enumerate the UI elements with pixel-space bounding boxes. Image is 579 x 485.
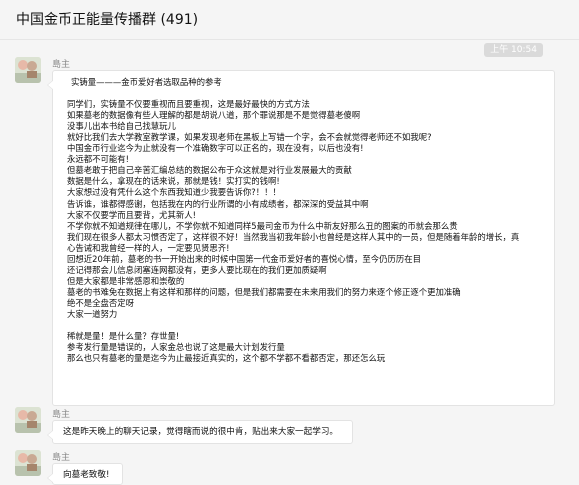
message-line: 但是大家都是非常感恩和崇敬的 — [67, 275, 185, 286]
message-line: 同学们，实铸量不仅要重视而且要重视，这是最好最快的方式方法 — [67, 99, 310, 110]
message-item: 島主 实铸量———金币爱好者选取品种的参考 同学们，实铸量不仅要重视而且要重视，… — [15, 57, 555, 407]
message-line: 绝不是全盘否定呀 — [67, 297, 134, 308]
message-line: 不学你就不知道规律在哪儿，不学你就不知道同样5最司金币为什么中新友好那么丑的图案… — [67, 220, 458, 231]
message-line: 如果墓老的数据像有些人理解的都是胡说八道，那个罪说那是不是觉得墓老傻啊 — [67, 110, 361, 121]
message-line: 我们现在很多人都太习惯否定了，这样很不好！当然我当初我年龄小也曾经是这样人其中的… — [67, 231, 520, 242]
message-line: 但墓老敢于把自己辛苦汇编总结的数据公布于众这就是对行业发展最大的贡献 — [67, 165, 352, 176]
message-line: 还记得那会儿信息闭塞连网都没有，更多人要比现在的我们更加质疑啊 — [67, 264, 327, 275]
sender-name: 島主 — [52, 453, 71, 463]
message-line: 数据是什么，拿现在的话来说，那就是钱！实打实的钱啊! — [67, 176, 280, 187]
message-line: 墓老的书难免在数据上有这样和那样的问题，但是我们都需要在未来用我们的努力来逐个修… — [67, 286, 461, 297]
sender-name: 島主 — [52, 60, 71, 70]
message-line: 大家一道努力 — [67, 308, 118, 319]
avatar[interactable] — [15, 57, 41, 83]
message-bubble[interactable]: 向墓老致敬! — [47, 463, 123, 485]
message-line — [67, 88, 546, 99]
avatar[interactable] — [15, 450, 41, 476]
message-line: 中国金币行业迄今为止就没有一个准确数字可以正名的，现在没有，以后也没有! — [67, 143, 364, 154]
message-line: 心告诫和我曾经一样的人，一定要见贤思齐! — [67, 242, 230, 253]
message-line: 大家想过没有凭什么这个东西我知道少我要告诉你?！！！ — [67, 187, 281, 198]
chat-header: 中国金币正能量传播群 (491) — [0, 0, 579, 40]
avatar-photo-icon — [15, 450, 41, 476]
message-timestamp: 上午 10:54 — [484, 43, 543, 57]
message-text: 实铸量———金币爱好者选取品种的参考 同学们，实铸量不仅要重视而且要重视，这是最… — [53, 71, 554, 364]
message-line: 回想近20年前，墓老的书一开始出来的时候中国第一代金币爱好者的喜悦心情，至今仍历… — [67, 253, 422, 264]
message-item: 島主 向墓老致敬! — [15, 450, 555, 485]
avatar-photo-icon — [15, 57, 41, 83]
group-title: 中国金币正能量传播群 (491) — [16, 12, 199, 28]
message-item: 島主 这是昨天晚上的聊天记录，觉得瞎而说的很中肯，贴出来大家一起学习。 — [15, 407, 555, 445]
message-line: 大家不仅要学而且要背，尤其新人! — [67, 209, 196, 220]
message-text: 这是昨天晚上的聊天记录，觉得瞎而说的很中肯，贴出来大家一起学习。 — [63, 427, 339, 437]
message-bubble[interactable]: 这是昨天晚上的聊天记录，觉得瞎而说的很中肯，贴出来大家一起学习。 — [47, 420, 353, 444]
sender-name: 島主 — [52, 410, 71, 420]
message-text: 向墓老致敬! — [63, 470, 110, 480]
message-line: 那么也只有墓老的量是迄今为止最接近真实的，这个都不学都不看都否定，那还怎么玩 — [67, 353, 386, 364]
message-bubble[interactable]: 实铸量———金币爱好者选取品种的参考 同学们，实铸量不仅要重视而且要重视，这是最… — [47, 70, 555, 406]
message-line: 告诉谁，谁都得感谢，包括我在内的行业所谓的小有成绩者，都深深的受益其中啊 — [67, 198, 369, 209]
message-line — [67, 320, 546, 331]
message-line: 参考发行量是错误的，人家金总也说了这是最大计划发行量 — [67, 342, 285, 353]
avatar[interactable] — [15, 407, 41, 433]
message-line: 稀就是量！是什么量？存世量! — [67, 331, 180, 342]
avatar-photo-icon — [15, 407, 41, 433]
message-line: 就好比我们去大学教室教学课，如果发现老师在黑板上写错一个字，会不会就觉得老师还不… — [67, 132, 432, 143]
message-line: 实铸量———金币爱好者选取品种的参考 — [71, 77, 222, 87]
chat-history[interactable]: 上午 10:54 島主 实铸量———金币爱好者选取品种的参考 同学们，实铸量不仅… — [0, 40, 579, 485]
message-line: 永远都不可能有! — [67, 154, 129, 165]
message-line: 没事儿出本书给自己找慧玩儿 — [67, 121, 176, 132]
